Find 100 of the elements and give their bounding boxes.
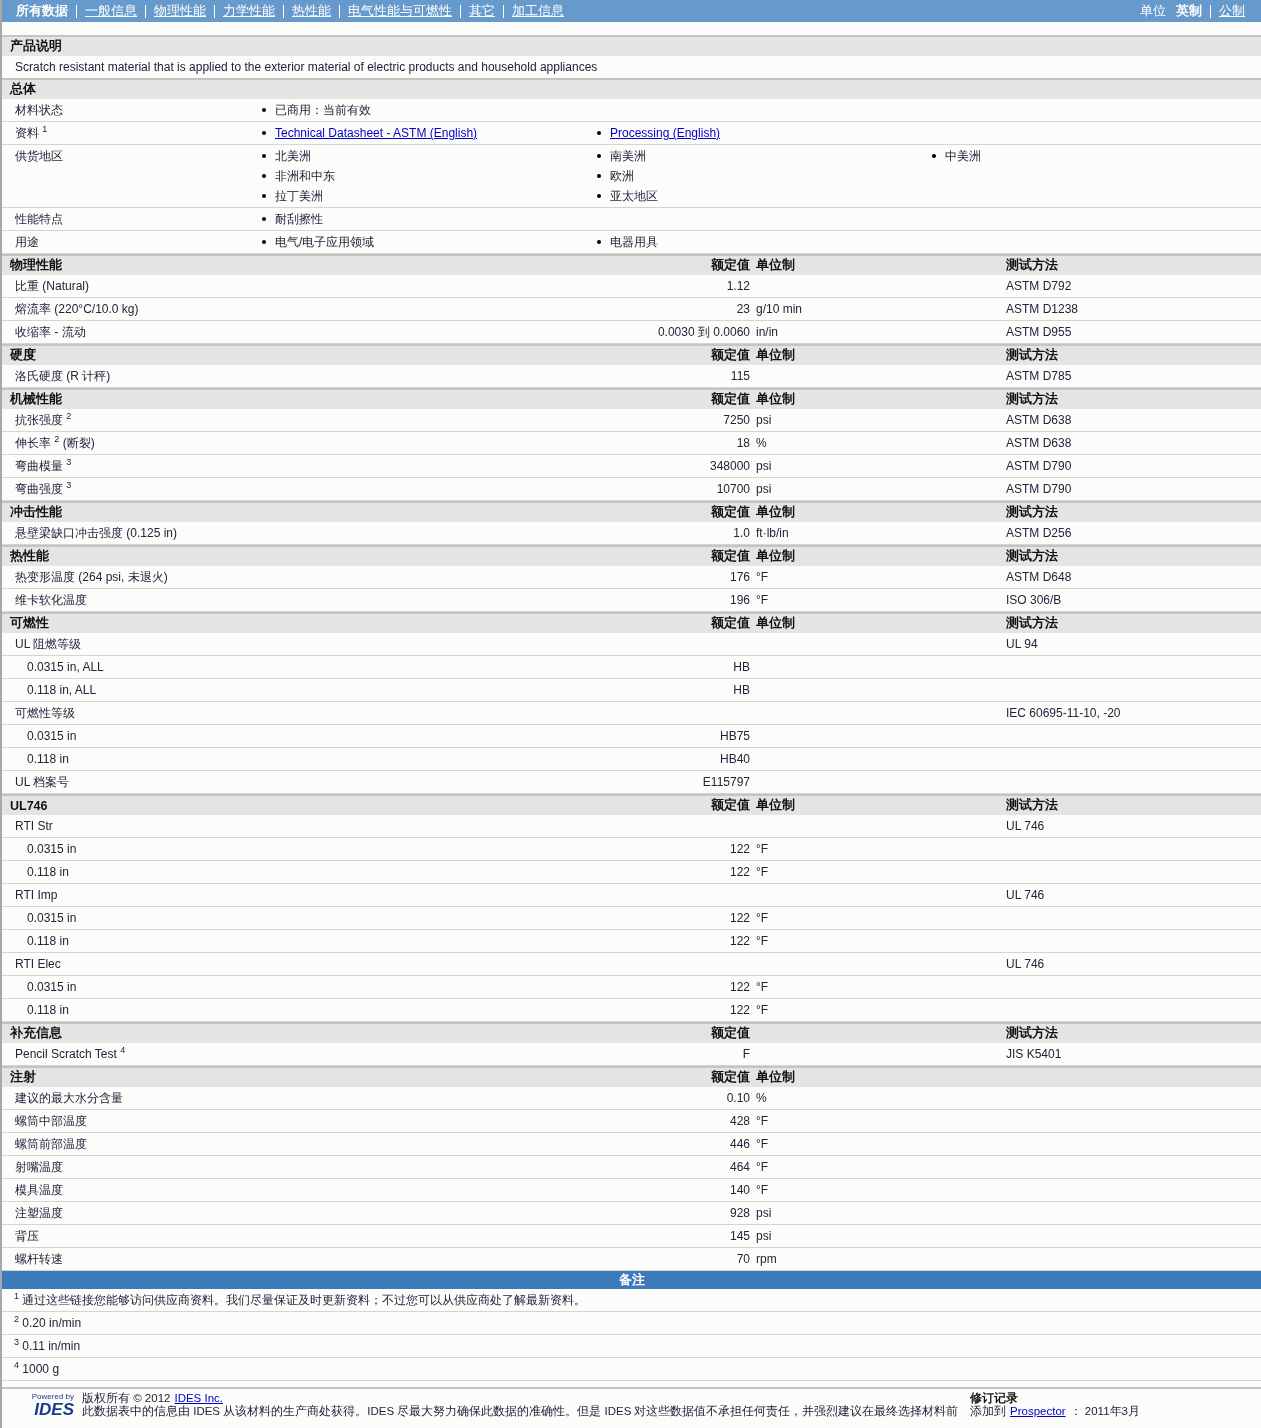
property-value: 23 <box>735 302 751 316</box>
unit-text: rpm <box>756 1252 778 1266</box>
unit-text: °F <box>756 593 770 607</box>
property-value: 欧洲 <box>610 168 634 185</box>
document-link[interactable]: Technical Datasheet - ASTM (English) <box>275 123 478 143</box>
property-value: 18 <box>735 436 751 450</box>
property-label: UL 阻燃等级 <box>14 637 83 651</box>
property-label: 射嘴温度 <box>14 1160 64 1174</box>
column-header: 额定值 <box>710 797 751 814</box>
nav-link[interactable]: 一般信息 <box>76 4 145 18</box>
section-title: 物理性能 <box>9 257 63 274</box>
property-value: 已商用：当前有效 <box>275 102 371 119</box>
unit-text: °F <box>756 1137 770 1151</box>
unit-text: ft·lb/in <box>756 526 790 540</box>
revision-heading: 修订记录 <box>970 1392 1019 1405</box>
nav-link[interactable]: 其它 <box>460 4 503 18</box>
revision-date: ： 2011年3月 <box>1069 1405 1140 1418</box>
document-link[interactable]: Processing (English) <box>610 123 721 143</box>
property-label: 材料状态 <box>14 102 64 119</box>
bullet-icon <box>262 240 266 244</box>
property-label: 洛氏硬度 (R 计秤) <box>14 369 112 383</box>
unit-text: psi <box>756 1206 773 1220</box>
unit-text: °F <box>756 1183 770 1197</box>
logo-drawing: Powered by IDES <box>30 1392 74 1418</box>
property-value: HB <box>732 660 751 674</box>
unit-text: psi <box>756 413 773 427</box>
property-value: 耐刮擦性 <box>275 211 323 228</box>
property-value: HB40 <box>718 752 751 766</box>
prospector-link[interactable]: Prospector <box>1010 1405 1066 1418</box>
property-label: 0.118 in <box>26 752 70 766</box>
property-value: 拉丁美洲 <box>275 188 323 205</box>
property-label: 建议的最大水分含量 <box>14 1091 124 1105</box>
property-value: 428 <box>728 1114 751 1128</box>
unit-option[interactable]: 英制 <box>1172 4 1210 18</box>
nav-link[interactable]: 加工信息 <box>503 4 572 18</box>
company-link[interactable]: IDES Inc. <box>174 1392 224 1405</box>
section-title: 冲击性能 <box>9 504 63 521</box>
property-value: HB75 <box>718 729 751 743</box>
property-label: 背压 <box>14 1229 40 1243</box>
column-header: 额定值 <box>710 615 751 632</box>
section-title: UL746 <box>9 798 49 813</box>
section-title: 总体 <box>8 81 37 98</box>
unit-text: psi <box>756 1229 773 1243</box>
column-header: 单位制 <box>756 257 796 274</box>
property-label: Pencil Scratch Test $^{4}$ <box>14 1047 127 1061</box>
column-header: 额定值 <box>710 257 751 274</box>
nav-link[interactable]: 所有数据 <box>12 4 76 18</box>
test-method: UL 746 <box>1006 957 1046 971</box>
property-value: 122 <box>728 865 751 879</box>
property-value: 140 <box>728 1183 751 1197</box>
section-title: 注射 <box>9 1069 37 1086</box>
unit-text: °F <box>756 980 770 994</box>
nav-link[interactable]: 热性能 <box>283 4 339 18</box>
nav-link[interactable]: 电气性能与可燃性 <box>339 4 460 18</box>
section-title: 硬度 <box>9 347 37 364</box>
unit-text: °F <box>756 911 770 925</box>
test-method: ASTM D648 <box>1006 570 1073 584</box>
column-header: 单位制 <box>756 797 796 814</box>
property-value: 928 <box>728 1206 751 1220</box>
property-value: 1.0 <box>732 526 751 540</box>
test-method: ISO 306/B <box>1006 593 1063 607</box>
property-label: UL 档案号 <box>14 775 71 789</box>
property-value: 70 <box>735 1252 751 1266</box>
unit-text: °F <box>756 1003 770 1017</box>
test-method: ASTM D638 <box>1006 436 1073 450</box>
property-value: 122 <box>728 980 751 994</box>
property-value: 122 <box>728 934 751 948</box>
test-method: IEC 60695-11-10, -20 <box>1006 706 1122 720</box>
unit-text: °F <box>756 570 770 584</box>
property-label: 悬壁梁缺口冲击强度 (0.125 in) <box>14 526 179 540</box>
section-title: 机械性能 <box>8 391 63 408</box>
property-label: 模具温度 <box>14 1183 64 1197</box>
test-method: ASTM D790 <box>1006 459 1073 473</box>
property-label: 性能特点 <box>14 211 64 228</box>
bullet-icon <box>597 240 601 244</box>
property-value: 南美洲 <box>610 148 646 165</box>
property-value: 1.12 <box>725 279 751 293</box>
property-value: 非洲和中东 <box>275 168 335 185</box>
footnote-text: $^{4}$ 1000 g <box>14 1362 60 1376</box>
column-header: 单位制 <box>756 347 796 364</box>
property-label: 0.0315 in <box>26 729 78 743</box>
property-label: 弯曲强度 $^{3}$ <box>14 482 73 496</box>
property-label: 可燃性等级 <box>14 706 76 720</box>
test-method: ASTM D785 <box>1006 369 1073 383</box>
column-header: 额定值 <box>710 391 751 408</box>
property-label: 0.118 in <box>26 934 70 948</box>
property-value: 196 <box>728 593 751 607</box>
test-method: ASTM D638 <box>1006 413 1073 427</box>
column-header: 测试方法 <box>1006 504 1059 521</box>
property-value: F <box>741 1047 751 1061</box>
nav-link[interactable]: 力学性能 <box>214 4 283 18</box>
column-header: 测试方法 <box>1006 797 1059 814</box>
nav-link[interactable]: 物理性能 <box>145 4 214 18</box>
property-label: 螺筒前部温度 <box>14 1137 88 1151</box>
property-value: HB <box>732 683 751 697</box>
column-header: 单位制 <box>756 615 796 632</box>
property-value: 122 <box>728 842 751 856</box>
unit-option[interactable]: 公制 <box>1210 4 1253 18</box>
property-label: 维卡软化温度 <box>14 593 88 607</box>
unit-text: °F <box>756 934 770 948</box>
